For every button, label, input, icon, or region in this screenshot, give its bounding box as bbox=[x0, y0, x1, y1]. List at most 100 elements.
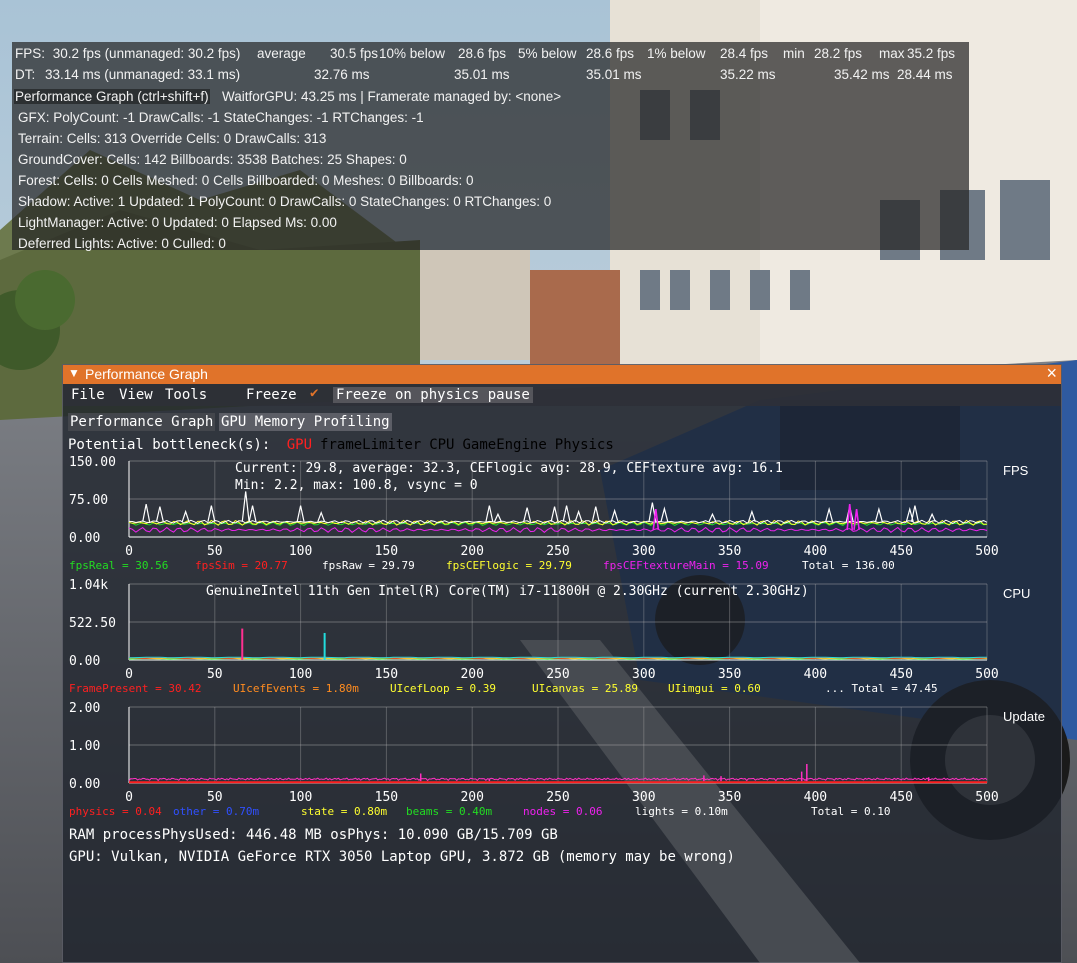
x-tick-label: 0 bbox=[125, 544, 133, 559]
spike-fpsraw bbox=[493, 512, 502, 523]
x-tick-label: 300 bbox=[632, 667, 655, 682]
series-cpu-3 bbox=[129, 656, 987, 659]
gpu-info: GPU: Vulkan, NVIDIA GeForce RTX 3050 Lap… bbox=[69, 849, 735, 865]
x-tick-label: 350 bbox=[718, 667, 741, 682]
fps-average-label: average bbox=[257, 46, 306, 61]
x-tick-label: 0 bbox=[125, 667, 133, 682]
spike-fpsraw bbox=[910, 505, 919, 522]
window-titlebar[interactable]: ▼ Performance Graph × bbox=[63, 363, 1061, 384]
menu-freeze[interactable]: Freeze bbox=[246, 387, 297, 403]
bottleneck-physics: Physics bbox=[554, 437, 614, 453]
legend-fpsceflogic: fpsCEFlogic = 29.79 bbox=[446, 559, 572, 572]
fps-max-label: max bbox=[879, 46, 905, 61]
y-tick-label: 0.00 bbox=[69, 531, 100, 546]
fps-below10-label: 10% below bbox=[379, 46, 446, 61]
legend-fpsceftexturemain: fpsCEFtextureMain = 15.09 bbox=[603, 559, 769, 572]
fps-label: FPS: bbox=[15, 46, 46, 61]
bottleneck-framelimiter: frameLimiter bbox=[320, 437, 422, 453]
stats-header-info: WaitforGPU: 43.25 ms | Framerate managed… bbox=[222, 89, 562, 104]
legend-fpsreal: fpsReal = 30.56 bbox=[69, 559, 168, 572]
checkmark-icon[interactable]: ✔ bbox=[310, 385, 318, 401]
fps-below1-value: 28.4 fps bbox=[720, 46, 769, 61]
legend-other: other = 0.70m bbox=[173, 805, 259, 818]
spike-fpsraw bbox=[825, 506, 834, 522]
x-tick-label: 350 bbox=[718, 790, 741, 805]
dt-average-value: 32.76 ms bbox=[314, 67, 370, 82]
forest-stats: Forest: Cells: 0 Cells Meshed: 0 Cells B… bbox=[18, 173, 474, 188]
legend-fpssim: fpsSim = 20.77 bbox=[195, 559, 288, 572]
x-tick-label: 100 bbox=[289, 667, 312, 682]
x-tick-label: 400 bbox=[804, 667, 827, 682]
x-tick-label: 100 bbox=[289, 544, 312, 559]
x-tick-label: 300 bbox=[632, 790, 655, 805]
legend-total: ... Total = 47.45 bbox=[825, 682, 938, 695]
x-tick-label: 500 bbox=[975, 544, 998, 559]
fps-below5-label: 5% below bbox=[518, 46, 577, 61]
tab-performance-graph[interactable]: Performance Graph bbox=[68, 413, 216, 431]
spike-fpsceftexture bbox=[853, 509, 860, 531]
bottleneck-row: Potential bottleneck(s): GPU frameLimiter… bbox=[68, 437, 614, 453]
fps-below5-value: 28.6 fps bbox=[586, 46, 635, 61]
y-tick-label: 0.00 bbox=[69, 777, 100, 792]
deferred-lights-stats: Deferred Lights: Active: 0 Culled: 0 bbox=[18, 236, 226, 251]
stats-overlay: FPS: 30.2 fps (unmanaged: 30.2 fps) aver… bbox=[12, 42, 969, 251]
legend-fpsraw: fpsRaw = 29.79 bbox=[322, 559, 415, 572]
x-tick-label: 200 bbox=[460, 667, 483, 682]
performance-graph-window: ▼ Performance Graph × File View Tools Fr… bbox=[62, 363, 1062, 963]
x-tick-label: 150 bbox=[375, 790, 398, 805]
x-tick-label: 300 bbox=[632, 544, 655, 559]
legend-total: Total = 0.10 bbox=[811, 805, 890, 818]
stats-header[interactable]: Performance Graph (ctrl+shift+f) bbox=[14, 89, 210, 104]
fps-average-value: 30.5 fps bbox=[330, 46, 379, 61]
tab-gpu-memory-profiling[interactable]: GPU Memory Profiling bbox=[219, 413, 392, 431]
fps-min-label: min bbox=[783, 46, 805, 61]
menu-bar: File View Tools Freeze ✔ Freeze on physi… bbox=[63, 384, 1061, 406]
dt-max-value: 28.44 ms bbox=[897, 67, 953, 82]
graph-annotation: GenuineIntel 11th Gen Intel(R) Core(TM) … bbox=[206, 584, 809, 599]
bottleneck-gpu: GPU bbox=[286, 437, 313, 453]
x-tick-label: 50 bbox=[207, 667, 223, 682]
x-tick-label: 250 bbox=[546, 667, 569, 682]
spike-fpsraw bbox=[485, 505, 494, 522]
x-tick-label: 400 bbox=[804, 790, 827, 805]
spike-fpsraw bbox=[591, 506, 600, 522]
y-tick-label: 75.00 bbox=[69, 493, 108, 508]
collapse-triangle-icon[interactable]: ▼ bbox=[68, 366, 80, 380]
stats-header-row: Performance Graph (ctrl+shift+f) Waitfor… bbox=[12, 87, 969, 109]
fps-line: FPS: 30.2 fps (unmanaged: 30.2 fps) bbox=[15, 46, 240, 61]
x-tick-label: 100 bbox=[289, 790, 312, 805]
spike-fpsraw bbox=[550, 506, 559, 522]
x-tick-label: 50 bbox=[207, 544, 223, 559]
fps-max-value: 35.2 fps bbox=[907, 46, 956, 61]
x-tick-label: 150 bbox=[375, 544, 398, 559]
legend-nodes: nodes = 0.06 bbox=[523, 805, 602, 818]
x-tick-label: 200 bbox=[460, 790, 483, 805]
graph-name-fps: FPS bbox=[1003, 463, 1029, 478]
close-icon[interactable]: × bbox=[1046, 363, 1057, 384]
freeze-on-physics-pause-toggle[interactable]: Freeze on physics pause bbox=[333, 387, 533, 403]
gfx-stats: GFX: PolyCount: -1 DrawCalls: -1 StateCh… bbox=[18, 110, 424, 125]
legend-uiimgui: UIimgui = 0.60 bbox=[668, 682, 761, 695]
menu-view[interactable]: View bbox=[119, 387, 153, 403]
x-tick-label: 400 bbox=[804, 544, 827, 559]
graph-name-update: Update bbox=[1003, 709, 1045, 724]
spike-fpsraw bbox=[181, 509, 190, 522]
shadow-stats: Shadow: Active: 1 Updated: 1 PolyCount: … bbox=[18, 194, 552, 209]
fps-value: 30.2 fps (unmanaged: 30.2 fps) bbox=[52, 46, 241, 61]
spike-fpsraw bbox=[660, 506, 669, 522]
y-tick-label: 150.00 bbox=[69, 455, 116, 470]
legend-uicefevents: UIcefEvents = 1.80m bbox=[233, 682, 359, 695]
groundcover-stats: GroundCover: Cells: 142 Billboards: 3538… bbox=[18, 152, 407, 167]
terrain-stats: Terrain: Cells: 313 Override Cells: 0 Dr… bbox=[18, 131, 327, 146]
x-tick-label: 450 bbox=[889, 790, 912, 805]
spike-fpsraw bbox=[523, 507, 532, 522]
x-tick-label: 250 bbox=[546, 790, 569, 805]
fps-min-value: 28.2 fps bbox=[814, 46, 863, 61]
x-tick-label: 250 bbox=[546, 544, 569, 559]
menu-tools[interactable]: Tools bbox=[165, 387, 207, 403]
x-tick-label: 500 bbox=[975, 667, 998, 682]
x-tick-label: 200 bbox=[460, 544, 483, 559]
dt-below1-value: 35.22 ms bbox=[720, 67, 776, 82]
menu-file[interactable]: File bbox=[71, 387, 105, 403]
spike-fpsraw bbox=[747, 509, 756, 522]
